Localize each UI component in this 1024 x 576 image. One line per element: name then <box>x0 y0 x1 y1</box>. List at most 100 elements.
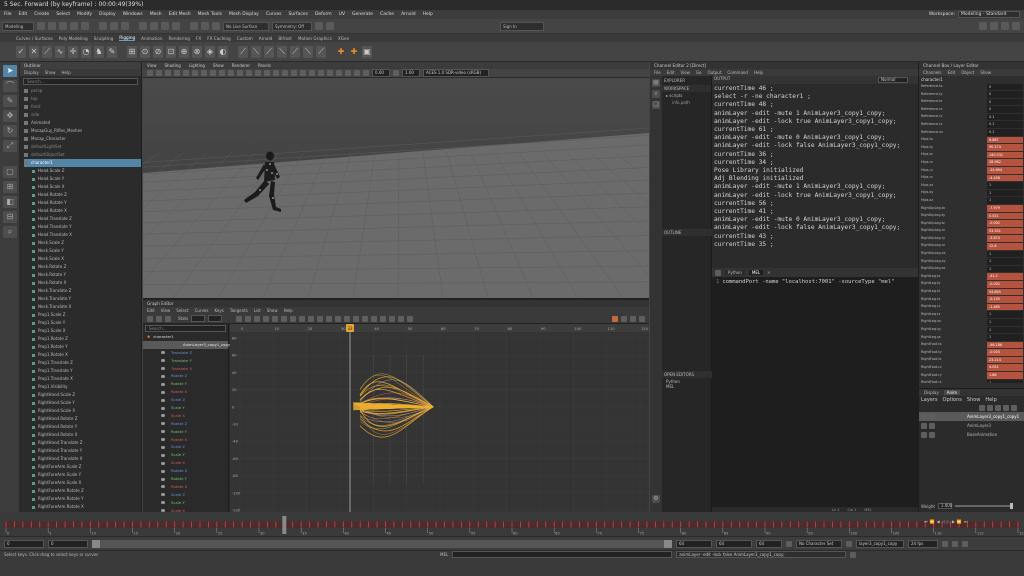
outliner-item[interactable]: RightForeArm.Rotate Z <box>24 487 141 495</box>
frame-all-icon[interactable] <box>236 315 243 322</box>
move-layer-down-icon[interactable] <box>1003 404 1009 411</box>
channel-row[interactable]: Hips.rz -4.458 <box>919 174 1024 182</box>
lock-tangent-weight-icon[interactable] <box>353 315 360 322</box>
joint-tool-icon[interactable]: ✓ <box>16 45 26 58</box>
xray-icon[interactable] <box>336 70 342 76</box>
outliner-item[interactable]: Head.Translate Y <box>24 223 141 231</box>
safe-action-icon[interactable] <box>228 70 234 76</box>
graph-tree-row[interactable]: Rotate X <box>143 388 228 396</box>
shelf-tab-custom[interactable]: Custom <box>237 36 253 41</box>
use-all-lights-icon[interactable] <box>282 70 288 76</box>
ipr-render-icon[interactable] <box>212 22 220 30</box>
outliner-item[interactable]: RightHand.Rotate Y <box>24 423 141 431</box>
menu-cache[interactable]: Cache <box>380 12 394 17</box>
channel-row[interactable]: Hips.ry -14.694 <box>919 167 1024 175</box>
outliner-item[interactable]: Head.Rotate Z <box>24 191 141 199</box>
channel-row[interactable]: RightUpLeg.tx -7.979 <box>919 205 1024 213</box>
anim-end-field[interactable]: 64 <box>716 539 752 548</box>
channel-row[interactable]: RightLeg.sx 1 <box>919 318 1024 326</box>
zero-key-layer-icon[interactable] <box>979 404 985 411</box>
visibility-eye-icon[interactable] <box>161 430 165 434</box>
pole-vector-icon[interactable]: ⊗ <box>192 45 202 58</box>
graph-tree-row[interactable]: Scale X <box>143 459 228 467</box>
outliner-item[interactable]: RightForeArm.Scale Y <box>24 471 141 479</box>
step-back-frame-icon[interactable]: ◀ <box>937 519 940 524</box>
step-back-key-icon[interactable]: ⏪ <box>930 519 935 524</box>
channel-value[interactable]: 0.1 <box>987 129 1023 136</box>
script-menu-go[interactable]: Go <box>696 70 702 75</box>
graph-tree-row[interactable]: Rotate Y <box>143 380 228 388</box>
curve-warp-icon[interactable]: ⟋ <box>264 45 274 58</box>
layer-lock-icon[interactable] <box>921 413 927 420</box>
graph-tree-row[interactable]: Rotate Y <box>143 475 228 483</box>
channel-value[interactable]: 1 <box>987 258 1023 265</box>
graph-tree-row[interactable]: Scale Z <box>143 491 228 499</box>
menu-arnold[interactable]: Arnold <box>401 12 416 17</box>
menu-file[interactable]: File <box>4 12 12 17</box>
channel-value[interactable]: 140.331 <box>987 151 1023 159</box>
outliner-item[interactable]: RightForeArm.Rotate X <box>24 503 141 511</box>
outliner-item[interactable]: Neck.Translate X <box>24 303 141 311</box>
menu-curves[interactable]: Curves <box>266 12 282 17</box>
channel-value[interactable]: -0.002 <box>987 220 1023 227</box>
zero-key-icon[interactable] <box>987 404 993 411</box>
weight-field[interactable]: 1.000 <box>937 503 952 509</box>
visibility-eye-icon[interactable] <box>161 374 165 378</box>
visibility-eye-icon[interactable] <box>161 414 165 418</box>
shelf-tab-bifrost[interactable]: Bifrost <box>278 36 292 41</box>
channel-row[interactable]: RightLeg.rz 1 <box>919 311 1024 319</box>
anim-layer-row[interactable]: AnimLayer3 <box>919 421 1024 430</box>
channel-value[interactable]: 1 <box>987 189 1023 197</box>
xray-active-icon[interactable] <box>354 70 360 76</box>
graph-tree-row[interactable]: Scale Z <box>143 443 228 451</box>
center-current-time-icon[interactable] <box>254 315 261 322</box>
ik-spline-icon[interactable]: ∿ <box>55 45 65 58</box>
outliner-item[interactable]: Neck.Rotate X <box>24 279 141 287</box>
graph-menu-edit[interactable]: Edit <box>147 308 155 313</box>
shelf-tab-motion-graphics[interactable]: Motion Graphics <box>298 36 332 41</box>
graph-tree-row[interactable]: Scale X <box>143 412 228 420</box>
outliner-menu-display[interactable]: Display <box>24 70 39 75</box>
persp-outliner-layout-icon[interactable]: ◧ <box>3 196 17 208</box>
output-tab[interactable]: OUTPUT <box>712 74 732 83</box>
anim-layer-row[interactable]: BaseAnimation <box>919 430 1024 439</box>
channel-value[interactable]: 0 <box>987 98 1023 106</box>
channel-row[interactable]: Reference.rx 0 <box>919 106 1024 114</box>
channel-value[interactable]: 0 <box>987 106 1023 113</box>
outliner-item[interactable]: top <box>24 95 141 103</box>
channel-row[interactable]: RightFoot.tx -46.186 <box>919 341 1024 349</box>
outliner-item[interactable]: Neck.Rotate Z <box>24 263 141 271</box>
visibility-eye-icon[interactable] <box>161 453 165 457</box>
channel-row[interactable]: RightFoot.rx 4.051 <box>919 364 1024 372</box>
toggle-attribute-editor-icon[interactable] <box>990 22 998 30</box>
play-forwards-icon[interactable]: ▷ <box>947 519 950 524</box>
graph-tree-row[interactable]: Scale Y <box>143 451 228 459</box>
shelf-tab-fx[interactable]: FX <box>196 36 201 41</box>
outliner-item[interactable]: Prop1.Translate Y <box>24 367 141 375</box>
persp-graph-layout-icon[interactable]: ⊟ <box>3 211 17 223</box>
exposure-icon[interactable] <box>363 70 369 76</box>
graph-tree-row[interactable]: Rotate Z <box>143 467 228 475</box>
insert-key-icon[interactable] <box>156 315 162 322</box>
outliner-item[interactable]: Neck.Translate Y <box>24 295 141 303</box>
anim-start-field[interactable]: 0 <box>4 539 44 548</box>
layer-mute-icon[interactable] <box>929 413 935 420</box>
graph-tree-row[interactable]: Scale Y <box>143 499 228 507</box>
clamped-tangent-icon[interactable] <box>281 315 288 322</box>
visibility-eye-icon[interactable] <box>161 359 165 363</box>
locator-icon[interactable]: ✛ <box>68 45 78 58</box>
set-driven-key-icon[interactable]: ◈ <box>205 45 215 58</box>
outliner-item[interactable]: Prop1.Translate X <box>24 375 141 383</box>
outliner-item[interactable]: RightHand.Translate Y <box>24 447 141 455</box>
weight-slider[interactable] <box>954 503 1013 509</box>
outliner-item[interactable]: RightForeArm.Scale X <box>24 479 141 487</box>
menu-set-dropdown[interactable]: Modeling <box>2 21 34 31</box>
graph-tree-row[interactable]: Rotate Z <box>143 372 228 380</box>
gamma-icon[interactable] <box>393 70 399 76</box>
outliner-menu-help[interactable]: Help <box>62 70 71 75</box>
point-constraint-icon[interactable]: ⊙ <box>140 45 150 58</box>
channel-row[interactable]: RightFoot.tz 23.214 <box>919 356 1024 364</box>
channel-value[interactable]: -1.465 <box>987 303 1023 311</box>
shelf-tab-rendering[interactable]: Rendering <box>169 36 190 41</box>
channel-row[interactable]: Reference.tz 0 <box>919 98 1024 106</box>
